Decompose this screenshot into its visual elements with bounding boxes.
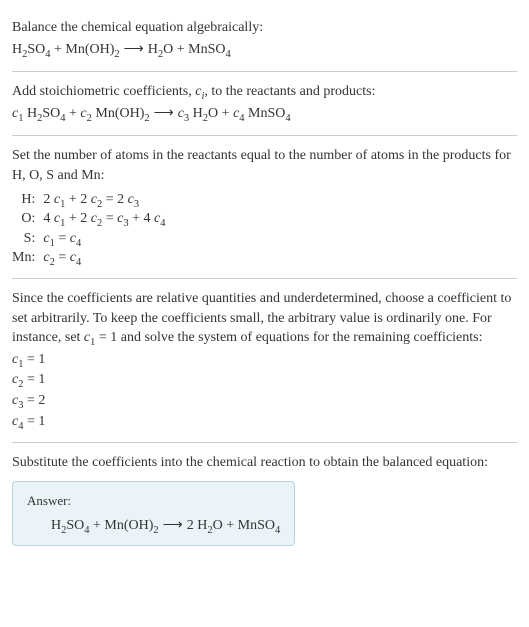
element-label: O:	[12, 209, 43, 229]
coef-value: c4 = 1	[12, 412, 517, 432]
substitute-section: Substitute the coefficients into the che…	[12, 443, 517, 556]
element-label: Mn:	[12, 248, 43, 268]
stoich-section: Add stoichiometric coefficients, ci, to …	[12, 72, 517, 135]
solve-text: Since the coefficients are relative quan…	[12, 289, 517, 348]
coef-value: c3 = 2	[12, 391, 517, 411]
table-row: S: c1 = c4	[12, 229, 165, 249]
coef-list: c1 = 1 c2 = 1 c3 = 2 c4 = 1	[12, 350, 517, 431]
element-equation: 2 c1 + 2 c2 = 2 c3	[43, 190, 165, 210]
atoms-text: Set the number of atoms in the reactants…	[12, 146, 517, 185]
coef-value: c1 = 1	[12, 350, 517, 370]
solve-section: Since the coefficients are relative quan…	[12, 279, 517, 442]
intro-section: Balance the chemical equation algebraica…	[12, 8, 517, 71]
table-row: O: 4 c1 + 2 c2 = c3 + 4 c4	[12, 209, 165, 229]
element-equation: c1 = c4	[43, 229, 165, 249]
element-equation: 4 c1 + 2 c2 = c3 + 4 c4	[43, 209, 165, 229]
intro-equation: H2SO4 + Mn(OH)2⟶H2O + MnSO4	[12, 40, 517, 60]
stoich-equation: c1 H2SO4 + c2 Mn(OH)2⟶c3 H2O + c4 MnSO4	[12, 104, 517, 124]
coef-value: c2 = 1	[12, 370, 517, 390]
atoms-table: H: 2 c1 + 2 c2 = 2 c3 O: 4 c1 + 2 c2 = c…	[12, 190, 165, 268]
answer-box: Answer: H2SO4 + Mn(OH)2⟶2 H2O + MnSO4	[12, 481, 295, 547]
table-row: H: 2 c1 + 2 c2 = 2 c3	[12, 190, 165, 210]
element-label: H:	[12, 190, 43, 210]
intro-text: Balance the chemical equation algebraica…	[12, 18, 517, 38]
table-row: Mn: c2 = c4	[12, 248, 165, 268]
substitute-text: Substitute the coefficients into the che…	[12, 453, 517, 473]
atoms-section: Set the number of atoms in the reactants…	[12, 136, 517, 278]
answer-equation: H2SO4 + Mn(OH)2⟶2 H2O + MnSO4	[27, 516, 280, 536]
element-label: S:	[12, 229, 43, 249]
answer-label: Answer:	[27, 492, 280, 510]
element-equation: c2 = c4	[43, 248, 165, 268]
stoich-text: Add stoichiometric coefficients, ci, to …	[12, 82, 517, 102]
